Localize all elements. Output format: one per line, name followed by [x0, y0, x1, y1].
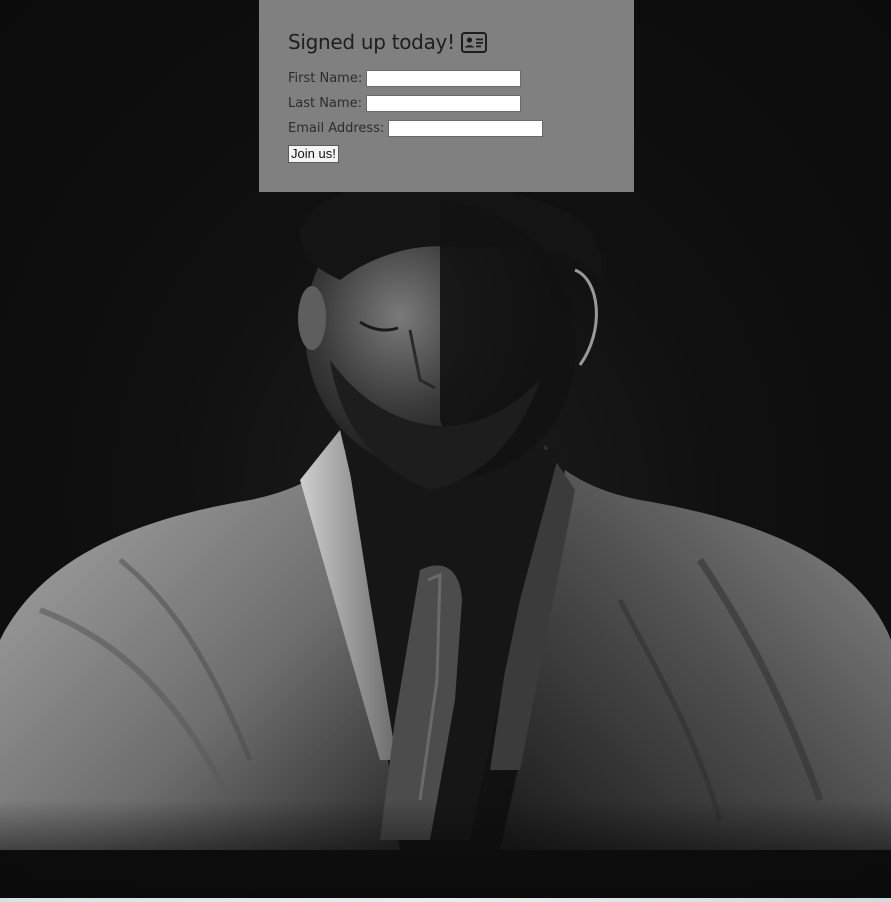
id-card-icon — [460, 31, 487, 53]
last-name-label: Last Name: — [288, 96, 362, 111]
page: Signed up today! First Name: Last Name: … — [0, 0, 891, 902]
last-name-input[interactable] — [365, 95, 521, 112]
email-row: Email Address: — [288, 116, 634, 141]
email-input[interactable] — [388, 120, 544, 137]
first-name-label: First Name: — [288, 71, 363, 86]
signup-card: Signed up today! First Name: Last Name: … — [259, 0, 634, 192]
submit-row: Join us! — [288, 145, 634, 163]
join-us-button[interactable]: Join us! — [288, 145, 339, 163]
first-name-row: First Name: — [288, 66, 634, 91]
signup-title-text: Signed up today! — [288, 30, 455, 54]
email-label: Email Address: — [288, 121, 385, 136]
bottom-edge-strip — [0, 898, 891, 902]
first-name-input[interactable] — [366, 70, 522, 87]
last-name-row: Last Name: — [288, 91, 634, 116]
signup-form: First Name: Last Name: Email Address: Jo… — [288, 66, 634, 163]
signup-heading: Signed up today! — [288, 28, 634, 56]
